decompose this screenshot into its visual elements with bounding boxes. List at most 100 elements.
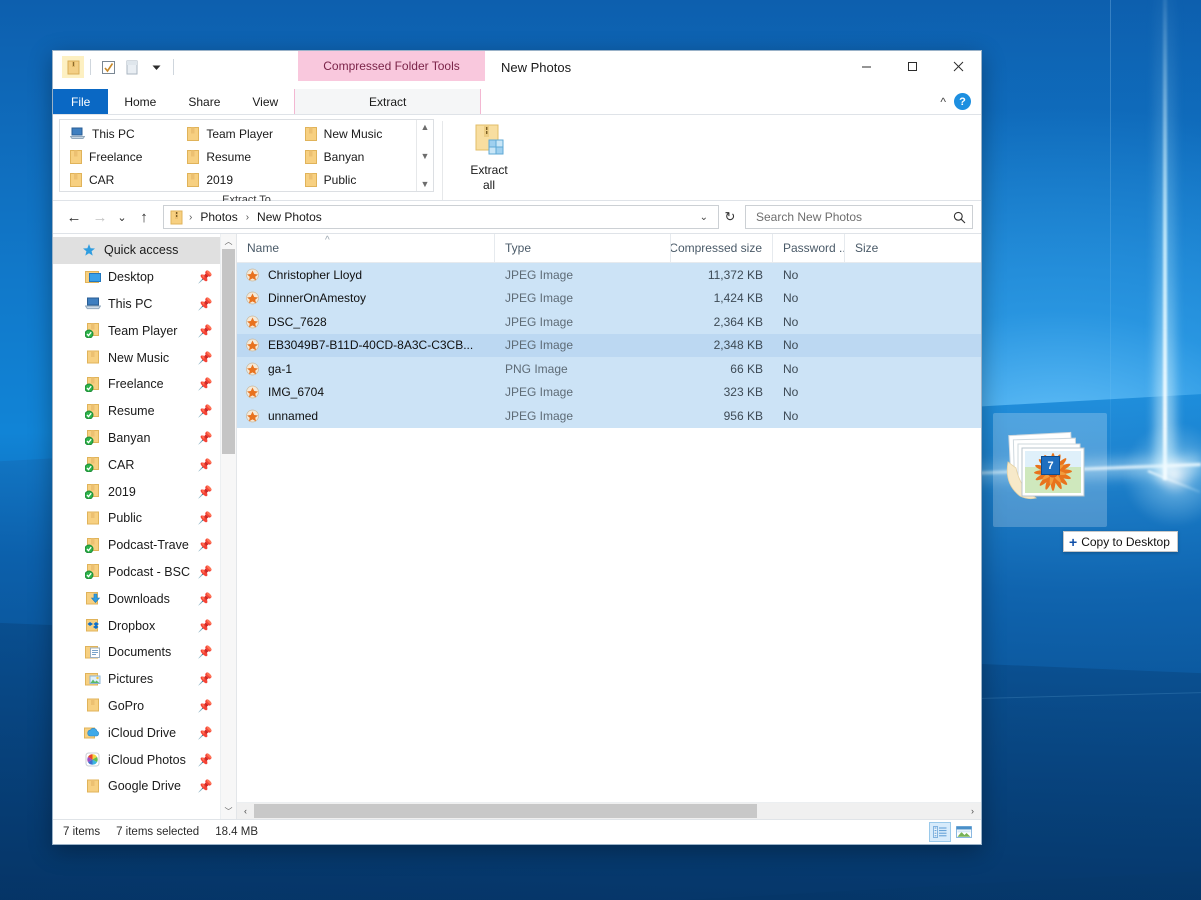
extract-to-item[interactable]: New Music <box>299 122 416 145</box>
pin-icon[interactable]: 📌 <box>196 645 214 659</box>
table-row[interactable]: EB3049B7-B11D-40CD-8A3C-C3CB... JPEG Ima… <box>237 334 981 358</box>
pin-icon[interactable]: 📌 <box>196 592 214 606</box>
hscroll-thumb[interactable] <box>254 804 757 818</box>
tab-home[interactable]: Home <box>108 89 172 114</box>
paste-icon[interactable] <box>121 56 143 78</box>
pin-icon[interactable]: 📌 <box>196 699 214 713</box>
up-button[interactable]: ↑ <box>131 204 157 230</box>
pin-icon[interactable]: 📌 <box>196 565 214 579</box>
tab-file[interactable]: File <box>53 89 108 114</box>
breadcrumb[interactable]: › Photos › New Photos ⌄ <box>163 205 719 229</box>
tab-share[interactable]: Share <box>172 89 236 114</box>
pin-icon[interactable]: 📌 <box>196 431 214 445</box>
tab-view[interactable]: View <box>236 89 294 114</box>
table-row[interactable]: IMG_6704 JPEG Image 323 KB No <box>237 381 981 405</box>
pin-icon[interactable]: 📌 <box>196 351 214 365</box>
sidebar-item-podcast-travel[interactable]: Podcast-Trave 📌 <box>53 532 220 559</box>
file-name-cell[interactable]: Christopher Lloyd <box>237 268 495 282</box>
file-name-cell[interactable]: EB3049B7-B11D-40CD-8A3C-C3CB... <box>237 338 495 352</box>
extract-to-item[interactable]: Banyan <box>299 145 416 168</box>
hscroll-left-icon[interactable]: ‹ <box>237 806 254 816</box>
table-row[interactable]: DinnerOnAmestoy JPEG Image 1,424 KB No <box>237 287 981 311</box>
horizontal-scrollbar[interactable]: ‹ › <box>237 802 981 819</box>
sidebar-item-google-drive[interactable]: Google Drive 📌 <box>53 773 220 800</box>
table-row[interactable]: Christopher Lloyd JPEG Image 11,372 KB N… <box>237 263 981 287</box>
gallery-more-icon[interactable]: ▼ <box>421 179 430 189</box>
pin-icon[interactable]: 📌 <box>196 619 214 633</box>
extract-to-item[interactable]: Freelance <box>64 145 181 168</box>
pin-icon[interactable]: 📌 <box>196 538 214 552</box>
nav-scroll-thumb[interactable] <box>222 249 235 454</box>
breadcrumb-item-photos[interactable]: Photos <box>195 208 242 226</box>
table-row[interactable]: ga-1 PNG Image 66 KB No <box>237 357 981 381</box>
sidebar-item-icloud-photos[interactable]: iCloud Photos 📌 <box>53 746 220 773</box>
hscroll-right-icon[interactable]: › <box>964 806 981 816</box>
nav-scroll-down-icon[interactable]: ﹀ <box>221 804 236 819</box>
table-row[interactable]: DSC_7628 JPEG Image 2,364 KB No <box>237 310 981 334</box>
back-button[interactable]: ← <box>61 204 87 230</box>
recent-locations-button[interactable]: ⌄ <box>113 204 131 230</box>
pin-icon[interactable]: 📌 <box>196 511 214 525</box>
pin-icon[interactable]: 📌 <box>196 753 214 767</box>
maximize-button[interactable] <box>889 51 935 82</box>
column-header-password[interactable]: Password ... <box>773 234 845 262</box>
chevron-down-icon[interactable] <box>145 56 167 78</box>
column-header-type[interactable]: Type <box>495 234 671 262</box>
minimize-button[interactable] <box>843 51 889 82</box>
breadcrumb-item-new-photos[interactable]: New Photos <box>252 208 327 226</box>
pin-icon[interactable]: 📌 <box>196 485 214 499</box>
sidebar-item-2019[interactable]: 2019 📌 <box>53 478 220 505</box>
file-name-cell[interactable]: IMG_6704 <box>237 385 495 399</box>
pin-icon[interactable]: 📌 <box>196 270 214 284</box>
pin-icon[interactable]: 📌 <box>196 672 214 686</box>
extract-to-item[interactable]: CAR <box>64 168 181 191</box>
details-view-button[interactable] <box>929 822 951 842</box>
checkbox-icon[interactable] <box>97 56 119 78</box>
pin-icon[interactable]: 📌 <box>196 726 214 740</box>
column-header-name[interactable]: Name <box>237 234 495 262</box>
sidebar-item-documents[interactable]: Documents 📌 <box>53 639 220 666</box>
sidebar-item-car[interactable]: CAR 📌 <box>53 451 220 478</box>
sidebar-item-downloads[interactable]: Downloads 📌 <box>53 585 220 612</box>
extract-to-item[interactable]: This PC <box>64 122 181 145</box>
sidebar-item-banyan[interactable]: Banyan 📌 <box>53 425 220 452</box>
pin-icon[interactable]: 📌 <box>196 779 214 793</box>
file-name-cell[interactable]: unnamed <box>237 409 495 423</box>
column-header-size[interactable]: Size <box>845 234 981 262</box>
hscroll-track[interactable] <box>254 803 964 819</box>
sidebar-item-quick-access[interactable]: Quick access <box>53 237 220 264</box>
nav-scroll-track[interactable] <box>221 249 236 804</box>
nav-scroll-up-icon[interactable]: ︿ <box>221 234 236 249</box>
sidebar-item-freelance[interactable]: Freelance 📌 <box>53 371 220 398</box>
sidebar-item-this-pc[interactable]: This PC 📌 <box>53 291 220 318</box>
sidebar-item-pictures[interactable]: Pictures 📌 <box>53 666 220 693</box>
pin-icon[interactable]: 📌 <box>196 297 214 311</box>
column-header-compressed-size[interactable]: Compressed size <box>671 234 773 262</box>
file-name-cell[interactable]: DinnerOnAmestoy <box>237 291 495 305</box>
collapse-ribbon-icon[interactable]: ^ <box>940 95 946 109</box>
file-name-cell[interactable]: ga-1 <box>237 362 495 376</box>
sidebar-item-team-player[interactable]: Team Player 📌 <box>53 317 220 344</box>
pin-icon[interactable]: 📌 <box>196 377 214 391</box>
extract-to-item[interactable]: 2019 <box>181 168 298 191</box>
sidebar-item-dropbox[interactable]: Dropbox 📌 <box>53 612 220 639</box>
extract-all-button[interactable]: Extract all <box>451 119 527 200</box>
sidebar-item-desktop[interactable]: Desktop 📌 <box>53 264 220 291</box>
search-input[interactable] <box>754 209 953 225</box>
help-icon[interactable]: ? <box>954 93 971 110</box>
tab-extract[interactable]: Extract <box>294 89 481 114</box>
pin-icon[interactable]: 📌 <box>196 324 214 338</box>
extract-to-item[interactable]: Resume <box>181 145 298 168</box>
pin-icon[interactable]: 📌 <box>196 458 214 472</box>
folder-icon[interactable] <box>62 56 84 78</box>
sidebar-item-new-music[interactable]: New Music 📌 <box>53 344 220 371</box>
breadcrumb-dropdown-icon[interactable]: ⌄ <box>694 212 714 223</box>
gallery-scroll-up-icon[interactable]: ▲ <box>421 122 430 132</box>
extract-to-item[interactable]: Public <box>299 168 416 191</box>
large-icons-view-button[interactable] <box>953 822 975 842</box>
table-row[interactable]: unnamed JPEG Image 956 KB No <box>237 404 981 428</box>
sidebar-item-gopro[interactable]: GoPro 📌 <box>53 693 220 720</box>
search-box[interactable] <box>745 205 973 229</box>
refresh-button[interactable]: ↻ <box>719 209 741 225</box>
sidebar-item-icloud-drive[interactable]: iCloud Drive 📌 <box>53 719 220 746</box>
